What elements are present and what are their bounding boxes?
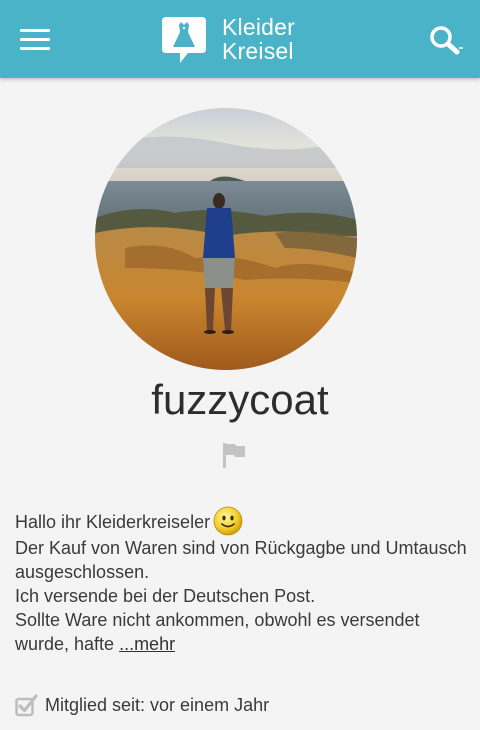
bio-line-5: Sollte Ware nicht ankommen, obwohl es ve… [15,610,420,630]
logo-line-2: Kreisel [222,38,294,64]
bio-line-2: Der Kauf von Waren sind von Rückgagbe un… [15,538,467,558]
profile-avatar[interactable] [95,108,357,370]
bio-line-3: ausgeschlossen. [15,562,150,582]
bio-line-4: Ich versende bei der Deutschen Post. [15,586,316,606]
more-link[interactable]: ...mehr [119,634,175,654]
username: fuzzycoat [151,376,329,423]
app-bar: Kleider Kreisel [0,0,480,78]
avatar-photo [95,108,357,370]
checkmark-icon [15,694,38,717]
dress-logo-icon [162,17,206,63]
menu-button[interactable] [20,22,58,56]
menu-icon-bar [20,46,50,50]
bio-text: wurde, hafte [15,634,120,654]
member-since: Mitglied seit: vor einem Jahr [15,692,269,718]
bio-line-6: wurde, hafte ...mehr [15,632,470,656]
smiley-emoji [213,506,243,536]
kleiderkreisel-logo[interactable]: Kleider Kreisel [160,13,310,65]
menu-icon-bar [20,37,50,41]
flag-icon[interactable] [220,440,250,470]
logo-wordmark: Kleider Kreisel [222,15,295,63]
menu-icon-bar [20,28,50,32]
search-icon[interactable] [428,24,464,56]
bio-line-1: Hallo ihr Kleiderkreiseler [15,506,470,536]
profile-bio: Hallo ihr Kleiderkreiseler Der Kauf von … [15,506,470,656]
bio-text: Hallo ihr Kleiderkreiseler [15,512,211,532]
member-since-text: Mitglied seit: vor einem Jahr [45,694,270,715]
logo-line-1: Kleider [222,14,295,40]
